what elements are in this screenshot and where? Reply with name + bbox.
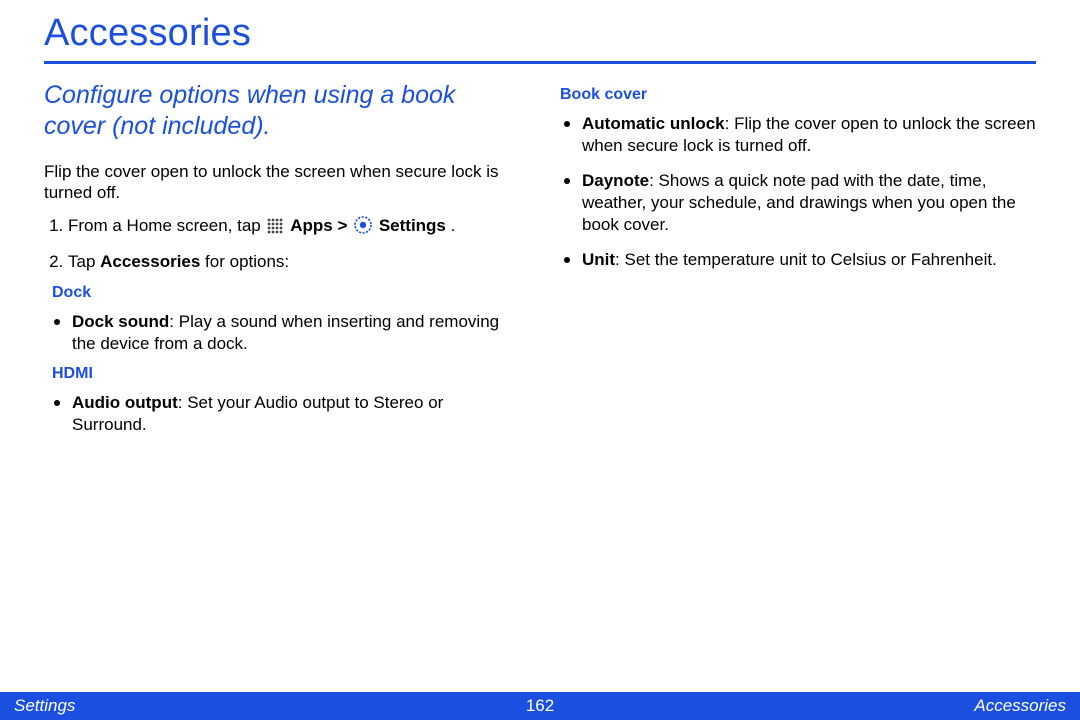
daynote-label: Daynote: [582, 171, 649, 190]
footer-right: Accessories: [974, 696, 1066, 716]
step-1-suffix: .: [451, 216, 456, 235]
dock-list: Dock sound: Play a sound when inserting …: [44, 308, 520, 355]
automatic-unlock-label: Automatic unlock: [582, 114, 725, 133]
step-1-settings: Settings: [379, 216, 446, 235]
bookcover-heading: Book cover: [560, 86, 1036, 104]
unit-item: Unit: Set the temperature unit to Celsiu…: [582, 246, 1036, 271]
step-2: Tap Accessories for options:: [68, 251, 520, 274]
unit-text: : Set the temperature unit to Celsius or…: [615, 250, 997, 269]
steps-list: From a Home screen, tap Apps >: [44, 215, 520, 274]
audio-output-label: Audio output: [72, 393, 178, 412]
page-title: Accessories: [44, 12, 1036, 55]
columns: Configure options when using a book cove…: [44, 80, 1036, 446]
page-subtitle: Configure options when using a book cove…: [44, 80, 520, 143]
audio-output-item: Audio output: Set your Audio output to S…: [72, 389, 520, 436]
hdmi-heading: HDMI: [52, 365, 520, 383]
footer-left: Settings: [14, 696, 75, 716]
page: Accessories Configure options when using…: [0, 0, 1080, 720]
page-footer: Settings 162 Accessories: [0, 692, 1080, 720]
footer-page-number: 162: [526, 696, 554, 716]
daynote-item: Daynote: Shows a quick note pad with the…: [582, 167, 1036, 236]
dock-heading: Dock: [52, 284, 520, 302]
step-1-apps: Apps: [290, 216, 333, 235]
step-1: From a Home screen, tap Apps >: [68, 215, 520, 241]
step-1-prefix: From a Home screen, tap: [68, 216, 265, 235]
settings-gear-icon: [354, 216, 372, 241]
dock-sound-item: Dock sound: Play a sound when inserting …: [72, 308, 520, 355]
step-1-gt: >: [337, 216, 352, 235]
right-column: Book cover Automatic unlock: Flip the co…: [560, 80, 1036, 446]
step-2-prefix: Tap: [68, 252, 100, 271]
left-column: Configure options when using a book cove…: [44, 80, 520, 446]
step-2-suffix: for options:: [200, 252, 289, 271]
lead-paragraph: Flip the cover open to unlock the screen…: [44, 161, 520, 204]
automatic-unlock-item: Automatic unlock: Flip the cover open to…: [582, 110, 1036, 157]
apps-grid-icon: [267, 218, 283, 241]
unit-label: Unit: [582, 250, 615, 269]
hdmi-list: Audio output: Set your Audio output to S…: [44, 389, 520, 436]
step-2-bold: Accessories: [100, 252, 200, 271]
bookcover-list: Automatic unlock: Flip the cover open to…: [560, 110, 1036, 272]
dock-sound-label: Dock sound: [72, 312, 169, 331]
title-rule: [44, 61, 1036, 64]
